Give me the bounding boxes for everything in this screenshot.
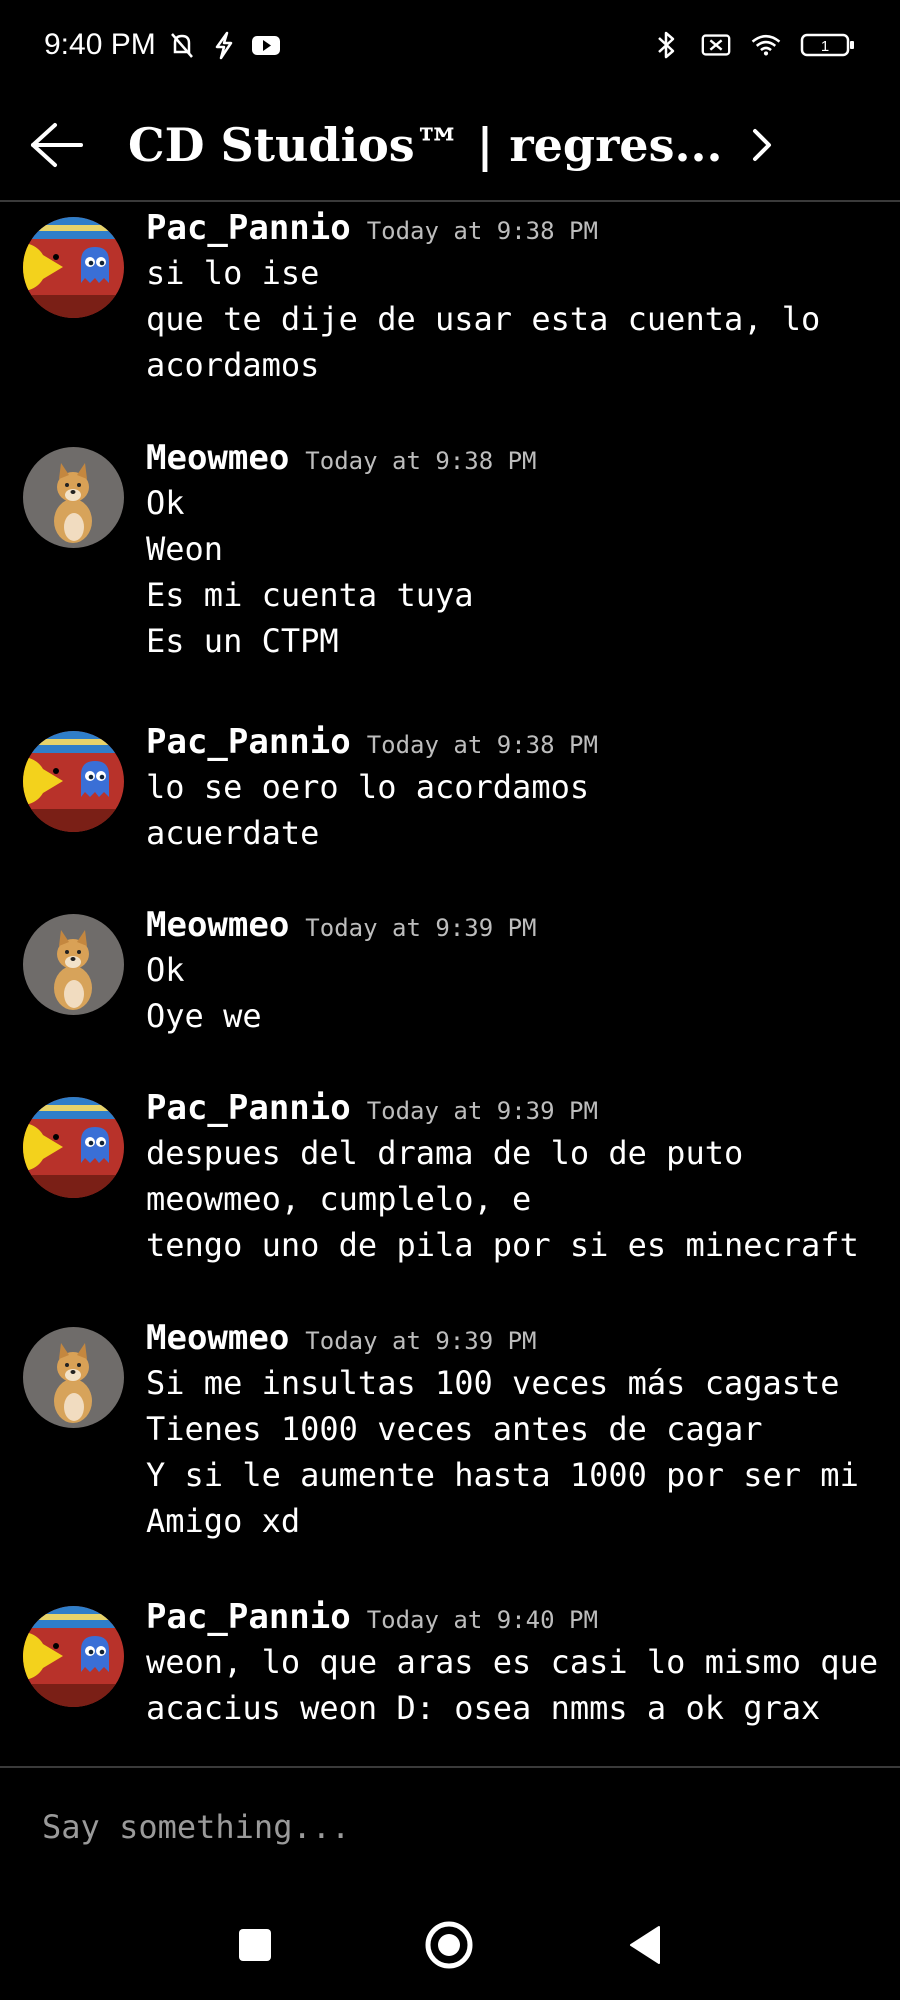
message-input[interactable] <box>40 1796 864 1858</box>
message-line: Oye we <box>146 997 262 1035</box>
message-line: weon, lo que aras es casi lo mismo que <box>146 1643 879 1681</box>
chevron-right-icon <box>752 129 771 161</box>
message-line: Es un CTPM <box>146 622 339 660</box>
message-line: Weon <box>146 530 224 568</box>
message-header: Pac_Pannio Today at 9:40 PM <box>146 1597 598 1637</box>
message-line: si lo ise <box>146 254 320 292</box>
battery-level: 1 <box>821 38 829 55</box>
timestamp: Today at 9:40 PM <box>366 1606 598 1634</box>
message-line: Tienes 1000 veces antes de cagar <box>146 1410 763 1448</box>
message-header: Pac_Pannio Today at 9:38 PM <box>146 208 598 248</box>
avatar[interactable] <box>23 1327 124 1428</box>
message-line: Es mi cuenta tuya <box>146 576 474 614</box>
chat-title[interactable]: CD Studios™ | regres... <box>128 118 723 172</box>
back-arrow-icon <box>31 123 83 167</box>
circle-icon <box>425 1921 473 1969</box>
wifi-icon <box>750 29 782 61</box>
recents-button[interactable] <box>222 1912 288 1978</box>
nav-back-button[interactable] <box>612 1912 678 1978</box>
username[interactable]: Meowmeo <box>146 438 289 478</box>
message-body: Ok Oye we <box>146 947 866 1039</box>
bluetooth-icon <box>650 29 682 61</box>
mute-icon <box>166 29 198 61</box>
back-button[interactable] <box>12 100 102 190</box>
system-nav-bar <box>0 1890 900 2000</box>
message-line: lo se oero lo acordamos <box>146 768 590 806</box>
avatar[interactable] <box>23 914 124 1015</box>
message-line: Ok <box>146 484 185 522</box>
triangle-back-icon <box>630 1926 660 1964</box>
timestamp: Today at 9:38 PM <box>305 447 537 475</box>
message-item[interactable]: Pac_Pannio Today at 9:38 PM lo se oero lo … <box>0 722 900 922</box>
status-right: 1 <box>650 29 856 61</box>
message-body: Ok Weon Es mi cuenta tuya Es un CTPM <box>146 480 866 664</box>
timestamp: Today at 9:38 PM <box>366 217 598 245</box>
youtube-icon <box>250 29 282 61</box>
status-left: 9:40 PM <box>44 28 282 62</box>
message-body: Si me insultas 100 veces más cagaste Tien… <box>146 1360 866 1544</box>
message-header: Meowmeo Today at 9:39 PM <box>146 905 536 945</box>
message-header: Meowmeo Today at 9:39 PM <box>146 1318 536 1358</box>
message-line: meowmeo, cumplelo, e <box>146 1180 532 1218</box>
message-item[interactable]: Pac_Pannio Today at 9:38 PM si lo ise que t… <box>0 208 900 408</box>
avatar[interactable] <box>23 217 124 318</box>
message-line: Si me insultas 100 veces más cagaste <box>146 1364 840 1402</box>
username[interactable]: Meowmeo <box>146 1318 289 1358</box>
message-item[interactable]: Meowmeo Today at 9:38 PM Ok Weon Es mi cuent… <box>0 438 900 660</box>
message-line: que te dije de usar esta cuenta, lo <box>146 300 821 338</box>
status-time: 9:40 PM <box>44 28 156 61</box>
timestamp: Today at 9:39 PM <box>366 1097 598 1125</box>
flash-icon <box>208 29 240 61</box>
sim-off-icon <box>700 29 732 61</box>
message-header: Meowmeo Today at 9:38 PM <box>146 438 536 478</box>
username[interactable]: Pac_Pannio <box>146 722 351 762</box>
message-list[interactable]: Pac_Pannio Today at 9:38 PM si lo ise que t… <box>0 204 900 1764</box>
avatar[interactable] <box>23 731 124 832</box>
avatar[interactable] <box>23 1606 124 1707</box>
chat-header: CD Studios™ | regres... <box>0 90 900 202</box>
avatar[interactable] <box>23 1097 124 1198</box>
username[interactable]: Pac_Pannio <box>146 1088 351 1128</box>
message-item[interactable]: Pac_Pannio Today at 9:40 PM weon, lo que a… <box>0 1597 900 1764</box>
message-line: acordamos <box>146 346 320 384</box>
message-line: Y si le aumente hasta 1000 por ser mi <box>146 1456 859 1494</box>
timestamp: Today at 9:39 PM <box>305 914 537 942</box>
square-icon <box>239 1929 271 1961</box>
message-line: tengo uno de pila por si es minecraft <box>146 1226 859 1264</box>
timestamp: Today at 9:39 PM <box>305 1327 537 1355</box>
message-line: Ok <box>146 951 185 989</box>
message-item[interactable]: Meowmeo Today at 9:39 PM Ok Oye we <box>0 905 900 1105</box>
message-line: acuerdate <box>146 814 320 852</box>
avatar[interactable] <box>23 447 124 548</box>
timestamp: Today at 9:38 PM <box>366 731 598 759</box>
username[interactable]: Meowmeo <box>146 905 289 945</box>
message-item[interactable]: Meowmeo Today at 9:39 PM Si me insultas 10… <box>0 1318 900 1540</box>
username[interactable]: Pac_Pannio <box>146 1597 351 1637</box>
message-body: si lo ise que te dije de usar esta cuenta… <box>146 250 866 388</box>
message-item[interactable]: Pac_Pannio Today at 9:39 PM despues del dr… <box>0 1088 900 1288</box>
message-header: Pac_Pannio Today at 9:39 PM <box>146 1088 598 1128</box>
chat-details-button[interactable] <box>737 115 787 175</box>
message-body: lo se oero lo acordamos acuerdate <box>146 764 866 856</box>
username[interactable]: Pac_Pannio <box>146 208 351 248</box>
message-line: Amigo xd <box>146 1502 301 1540</box>
message-body: weon, lo que aras es casi lo mismo que ac… <box>146 1639 879 1731</box>
message-header: Pac_Pannio Today at 9:38 PM <box>146 722 598 762</box>
message-body: despues del drama de lo de puto meowmeo, … <box>146 1130 866 1268</box>
message-line: acacius weon D: osea nmms a ok grax <box>146 1689 821 1727</box>
status-bar: 9:40 PM 1 <box>0 0 900 90</box>
battery-icon: 1 <box>800 29 856 61</box>
message-line: despues del drama de lo de puto <box>146 1134 744 1172</box>
message-composer <box>0 1766 900 1890</box>
home-button[interactable] <box>416 1912 482 1978</box>
